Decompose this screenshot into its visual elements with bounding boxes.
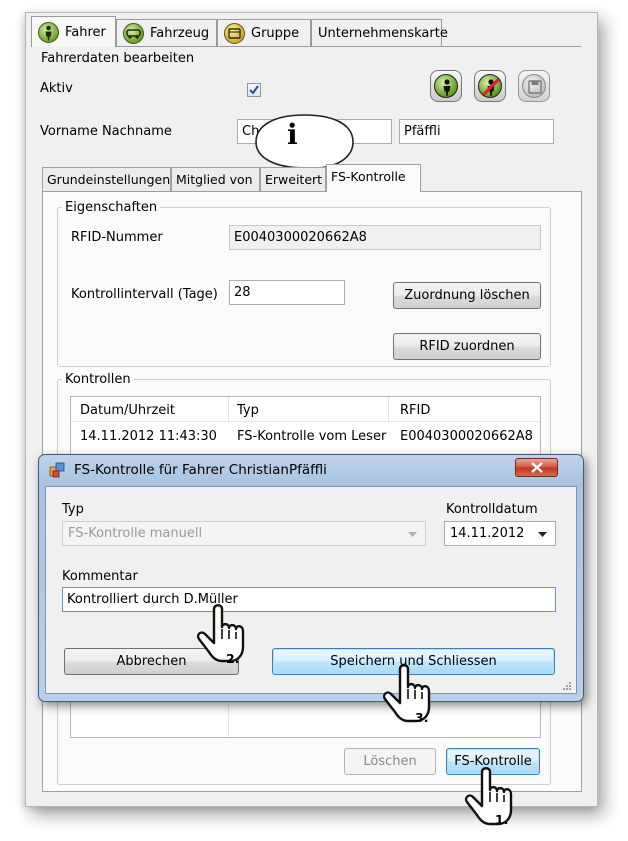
- subtab-mitglied-von[interactable]: Mitglied von: [171, 167, 260, 191]
- column-header-typ[interactable]: Typ: [237, 403, 259, 418]
- cell-rfid: E0040300020662A8: [400, 429, 533, 444]
- rfid-label: RFID-Nummer: [71, 230, 163, 245]
- chevron-down-icon: [408, 532, 417, 537]
- cell-datum: 14.11.2012 11:43:30: [80, 429, 217, 444]
- column-header-rfid[interactable]: RFID: [400, 403, 430, 418]
- save-driver-button[interactable]: [518, 70, 550, 102]
- subtab-fs-kontrolle[interactable]: FS-Kontrolle: [326, 164, 421, 192]
- cell-typ: FS-Kontrolle vom Leser: [237, 429, 387, 444]
- tab-fahrzeug[interactable]: Fahrzeug: [116, 19, 217, 46]
- dialog-title: FS-Kontrolle für Fahrer ChristianPfäffli: [74, 462, 327, 478]
- interval-field[interactable]: 28: [229, 280, 345, 305]
- step-number-2: 2.: [226, 651, 240, 666]
- controls-title: Kontrollen: [62, 372, 134, 387]
- delete-driver-button[interactable]: [474, 70, 506, 102]
- subtab-grundeinstellungen[interactable]: Grundeinstellungen: [42, 167, 171, 191]
- tab-gruppe[interactable]: Gruppe: [217, 19, 311, 46]
- step-number-3: 3.: [415, 710, 429, 725]
- last-name-field[interactable]: Pfäffli: [399, 119, 554, 144]
- header-divider: [228, 397, 229, 422]
- tab-fahrer[interactable]: Fahrer: [31, 16, 116, 47]
- type-label: Typ: [62, 502, 84, 517]
- floppy-disk-icon: [522, 74, 546, 98]
- tab-label: Fahrer: [65, 24, 106, 40]
- step-number-1: 1.: [495, 812, 509, 827]
- add-driver-button[interactable]: [430, 70, 462, 102]
- date-picker[interactable]: 14.11.2012: [444, 521, 556, 546]
- tab-label: Fahrzeug: [150, 25, 210, 41]
- driver-icon: [38, 21, 59, 43]
- header-divider: [388, 397, 389, 422]
- tab-unternehmenskarte[interactable]: Unternehmenskarte: [311, 19, 448, 46]
- column-header-datum[interactable]: Datum/Uhrzeit: [80, 403, 175, 418]
- subtab-erweitert[interactable]: Erweitert: [260, 167, 326, 191]
- aktiv-checkbox[interactable]: [247, 83, 261, 97]
- rfid-number-field: E0040300020662A8: [229, 225, 541, 250]
- aktiv-label: Aktiv: [40, 81, 73, 96]
- name-label: Vorname Nachname: [40, 124, 172, 139]
- column-divider: [228, 703, 229, 737]
- date-value: 14.11.2012: [450, 526, 525, 541]
- tab-label: Gruppe: [251, 25, 300, 41]
- clear-assignment-button[interactable]: Zuordnung löschen: [393, 282, 541, 309]
- delete-button[interactable]: Löschen: [344, 748, 436, 775]
- assign-rfid-button[interactable]: RFID zuordnen: [393, 333, 541, 360]
- pointing-hand-icon: [464, 767, 513, 826]
- comment-label: Kommentar: [62, 569, 138, 584]
- info-callout-text: i: [287, 118, 298, 151]
- pointing-hand-icon: [382, 664, 431, 723]
- close-icon: [530, 462, 543, 473]
- properties-title: Eigenschaften: [62, 200, 161, 215]
- type-combobox[interactable]: FS-Kontrolle manuell: [62, 521, 426, 546]
- driver-icon: [434, 74, 458, 98]
- close-button[interactable]: [515, 458, 558, 477]
- comment-input[interactable]: Kontrolliert durch D.Müller: [62, 587, 556, 612]
- chevron-down-icon: [538, 532, 547, 537]
- window-app-icon: [49, 462, 65, 478]
- driver-delete-icon: [478, 74, 502, 98]
- table-row[interactable]: 14.11.2012 11:43:30 FS-Kontrolle vom Les…: [71, 424, 540, 450]
- pointing-hand-icon: [196, 604, 245, 663]
- resize-grip-icon[interactable]: [562, 681, 572, 691]
- tab-label: Unternehmenskarte: [318, 25, 448, 41]
- interval-label: Kontrollintervall (Tage): [71, 287, 218, 302]
- section-title-driver: Fahrerdaten bearbeiten: [38, 51, 198, 66]
- type-value: FS-Kontrolle manuell: [68, 526, 203, 541]
- group-icon: [224, 22, 245, 44]
- date-label: Kontrolldatum: [446, 502, 538, 517]
- vehicle-icon: [123, 22, 144, 44]
